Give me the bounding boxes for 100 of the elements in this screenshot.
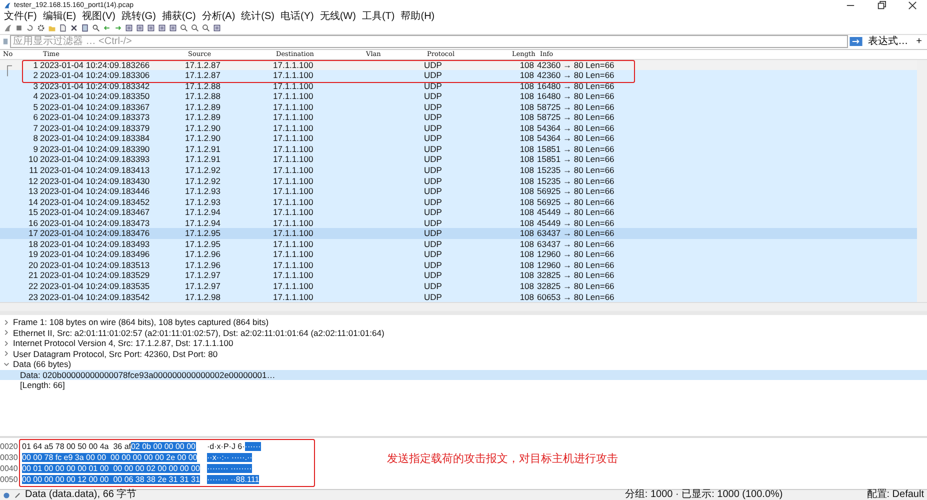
magnifier-icon[interactable]: [202, 24, 210, 32]
table-cell-text: 63437 → 80 Len=66: [537, 228, 616, 239]
magnifier-icon[interactable]: [180, 24, 188, 32]
arrow-right-icon[interactable]: [114, 24, 122, 32]
menu-item[interactable]: 帮助(H): [400, 10, 435, 23]
packet-row[interactable]: 9 2023-01-04 10:24:09.183390 17.1.2.91 17.1.1.100 UDP 108 15851 → 80 Len=66: [0, 144, 917, 154]
arrow-right-icon[interactable]: [849, 37, 864, 46]
packet-row[interactable]: 5 2023-01-04 10:24:09.183367 17.1.2.89 17.1.1.100 UDP 108 58725 → 80 Len=66: [0, 102, 917, 112]
tree-item[interactable]: User Datagram Protocol, Src Port: 42360, Dst Port: 80: [13, 348, 218, 360]
table-cell-text: 17.1.2.94: [185, 207, 222, 218]
chevron-right-icon[interactable]: [3, 318, 10, 326]
stop-icon[interactable]: [15, 24, 23, 32]
toolbar-icon[interactable]: [81, 24, 89, 32]
packet-row[interactable]: 23 2023-01-04 10:24:09.183542 17.1.2.98 17.1.1.100 UDP 108 60653 → 80 Len=66: [0, 292, 917, 302]
packet-row[interactable]: 17 2023-01-04 10:24:09.183476 17.1.2.95 17.1.1.100 UDP 108 63437 → 80 Len=66: [0, 228, 917, 239]
tree-item[interactable]: Frame 1: 108 bytes on wire (864 bits), 108 bytes captured (864 bits): [13, 317, 269, 328]
bracket-icon: [5, 64, 13, 76]
close-icon[interactable]: [70, 24, 78, 32]
horizontal-scrollbar[interactable]: [0, 302, 927, 312]
table-cell-text: 108: [518, 122, 535, 134]
table-cell-text: 2023-01-04 10:24:09.183542: [40, 292, 151, 302]
table-cell-text: 17.1.1.100: [273, 80, 314, 92]
packet-row[interactable]: 10 2023-01-04 10:24:09.183393 17.1.2.91 17.1.1.100 UDP 108 15851 → 80 Len=66: [0, 154, 917, 165]
table-cell-text: 3: [32, 80, 39, 92]
table-cell-text: UDP: [424, 91, 443, 102]
menu-item[interactable]: 工具(T): [362, 10, 395, 23]
maximize-icon[interactable]: [877, 0, 886, 10]
table-cell-text: 2: [32, 70, 39, 81]
toolbar-icon[interactable]: [125, 24, 133, 32]
fin-icon[interactable]: [4, 24, 12, 32]
fin-icon: [4, 2, 11, 9]
expression-button[interactable]: 表达式…: [865, 36, 912, 48]
toolbar-icon[interactable]: [26, 24, 34, 32]
table-cell-text: 17.1.1.100: [273, 270, 314, 281]
tree-item[interactable]: Internet Protocol Version 4, Src: 17.1.2.87, Dst: 17.1.1.100: [13, 338, 234, 349]
file-icon[interactable]: [59, 24, 67, 32]
table-cell-text: 17.1.1.100: [273, 154, 314, 165]
tree-item[interactable]: Ethernet II, Src: a2:01:11:01:02:57 (a2:01:11:01:02:57), Dst: a2:02:11:01:01:64 (a2:02:11:01:01:64): [13, 328, 384, 338]
menu-item[interactable]: 分析(A): [202, 10, 236, 23]
tree-item[interactable]: [Length: 66]: [0, 380, 927, 391]
search-icon[interactable]: [92, 24, 100, 32]
table-cell-text: 17.1.2.92: [185, 176, 222, 186]
toolbar-icon[interactable]: [169, 24, 177, 32]
packet-row[interactable]: 6 2023-01-04 10:24:09.183373 17.1.2.89 17.1.1.100 UDP 108 58725 → 80 Len=66: [0, 112, 917, 123]
table-cell-text: 17.1.2.96: [185, 260, 222, 270]
menu-item[interactable]: 捕获(C): [162, 10, 196, 23]
chevron-down-icon[interactable]: [3, 360, 10, 368]
toolbar-icon[interactable]: [213, 24, 221, 32]
table-cell-text: 108: [518, 154, 535, 165]
packet-row[interactable]: 22 2023-01-04 10:24:09.183535 17.1.2.97 17.1.1.100 UDP 108 32825 → 80 Len=66: [0, 280, 917, 292]
table-cell-text: 2023-01-04 10:24:09.183384: [40, 133, 151, 144]
menu-item[interactable]: 视图(V): [82, 10, 116, 23]
packet-row[interactable]: 7 2023-01-04 10:24:09.183379 17.1.2.90 17.1.1.100 UDP 108 54364 → 80 Len=66: [0, 122, 917, 134]
table-cell-text: 42360 → 80 Len=66: [537, 60, 616, 70]
menu-item[interactable]: 无线(W): [320, 10, 356, 23]
table-cell-text: 2023-01-04 10:24:09.183367: [40, 102, 151, 112]
table-cell-text: 108: [518, 249, 535, 260]
magnifier-icon[interactable]: [191, 24, 199, 32]
chevron-right-icon[interactable]: [3, 340, 10, 347]
packet-row[interactable]: 21 2023-01-04 10:24:09.183529 17.1.2.97 17.1.1.100 UDP 108 32825 → 80 Len=66: [0, 270, 917, 281]
packet-row[interactable]: 11 2023-01-04 10:24:09.183413 17.1.2.92 17.1.1.100 UDP 108 15235 → 80 Len=66: [0, 164, 917, 176]
packet-row[interactable]: 15 2023-01-04 10:24:09.183467 17.1.2.94 17.1.1.100 UDP 108 45449 → 80 Len=66: [0, 207, 917, 218]
table-cell-text: 17.1.2.87: [185, 60, 222, 70]
table-cell-text: 17.1.2.90: [185, 122, 222, 134]
toolbar-icon[interactable]: [158, 24, 166, 32]
table-cell-text: 54364 → 80 Len=66: [537, 133, 616, 144]
add-button[interactable]: +: [913, 36, 925, 48]
packet-row[interactable]: 2 2023-01-04 10:24:09.183306 17.1.2.87 17.1.1.100 UDP 108 42360 → 80 Len=66: [0, 70, 917, 81]
packet-row[interactable]: 14 2023-01-04 10:24:09.183452 17.1.2.93 17.1.1.100 UDP 108 56925 → 80 Len=66: [0, 196, 917, 208]
menu-item[interactable]: 文件(F): [4, 10, 37, 23]
table-cell-text: 2023-01-04 10:24:09.183496: [40, 249, 151, 260]
menu-item[interactable]: 电话(Y): [280, 10, 314, 23]
hex-bytes: 00 00 00 00 00 12 00 00 00 06 38 38 2e 31 31 31: [22, 475, 200, 484]
table-cell-text: 108: [518, 60, 535, 70]
packet-row[interactable]: 4 2023-01-04 10:24:09.183350 17.1.2.88 17.1.1.100 UDP 108 16480 → 80 Len=66: [0, 91, 917, 102]
packet-row[interactable]: 18 2023-01-04 10:24:09.183493 17.1.2.95 17.1.1.100 UDP 108 63437 → 80 Len=66: [0, 238, 917, 250]
menu-item[interactable]: 统计(S): [241, 10, 274, 23]
gear-icon[interactable]: [37, 24, 45, 32]
packet-row[interactable]: 13 2023-01-04 10:24:09.183446 17.1.2.93 17.1.1.100 UDP 108 56925 → 80 Len=66: [0, 186, 917, 197]
menu-item[interactable]: 跳转(G): [121, 10, 156, 23]
packet-row[interactable]: 20 2023-01-04 10:24:09.183513 17.1.2.96 17.1.1.100 UDP 108 12960 → 80 Len=66: [0, 260, 917, 270]
packet-row[interactable]: 12 2023-01-04 10:24:09.183430 17.1.2.92 17.1.1.100 UDP 108 15235 → 80 Len=66: [0, 176, 917, 186]
table-cell-text: 17.1.2.94: [185, 218, 222, 228]
packet-row[interactable]: 19 2023-01-04 10:24:09.183496 17.1.2.96 17.1.1.100 UDP 108 12960 → 80 Len=66: [0, 249, 917, 260]
packet-row[interactable]: 8 2023-01-04 10:24:09.183384 17.1.2.90 17.1.1.100 UDP 108 54364 → 80 Len=66: [0, 133, 917, 144]
menu-item[interactable]: 编辑(E): [42, 10, 76, 23]
toolbar-icon[interactable]: [147, 24, 155, 32]
pencil-icon[interactable]: [14, 492, 21, 498]
table-cell-text: 17.1.2.90: [185, 133, 222, 144]
table-cell-text: 2023-01-04 10:24:09.183390: [40, 144, 151, 154]
table-cell-text: UDP: [424, 144, 443, 154]
tree-item[interactable]: Data (66 bytes): [13, 359, 72, 370]
chevron-right-icon[interactable]: [3, 350, 10, 358]
packet-row[interactable]: 16 2023-01-04 10:24:09.183473 17.1.2.94 17.1.1.100 UDP 108 45449 → 80 Len=66: [0, 218, 917, 228]
table-cell-text: 108: [518, 133, 535, 144]
table-cell-text: 17.1.1.100: [273, 70, 314, 81]
chevron-right-icon[interactable]: [3, 329, 10, 336]
tree-item[interactable]: Data: 020b00000000000078fce93a000000000000002e00000001…: [0, 370, 927, 380]
toolbar-icon[interactable]: [136, 24, 144, 32]
close-icon[interactable]: [908, 0, 917, 10]
